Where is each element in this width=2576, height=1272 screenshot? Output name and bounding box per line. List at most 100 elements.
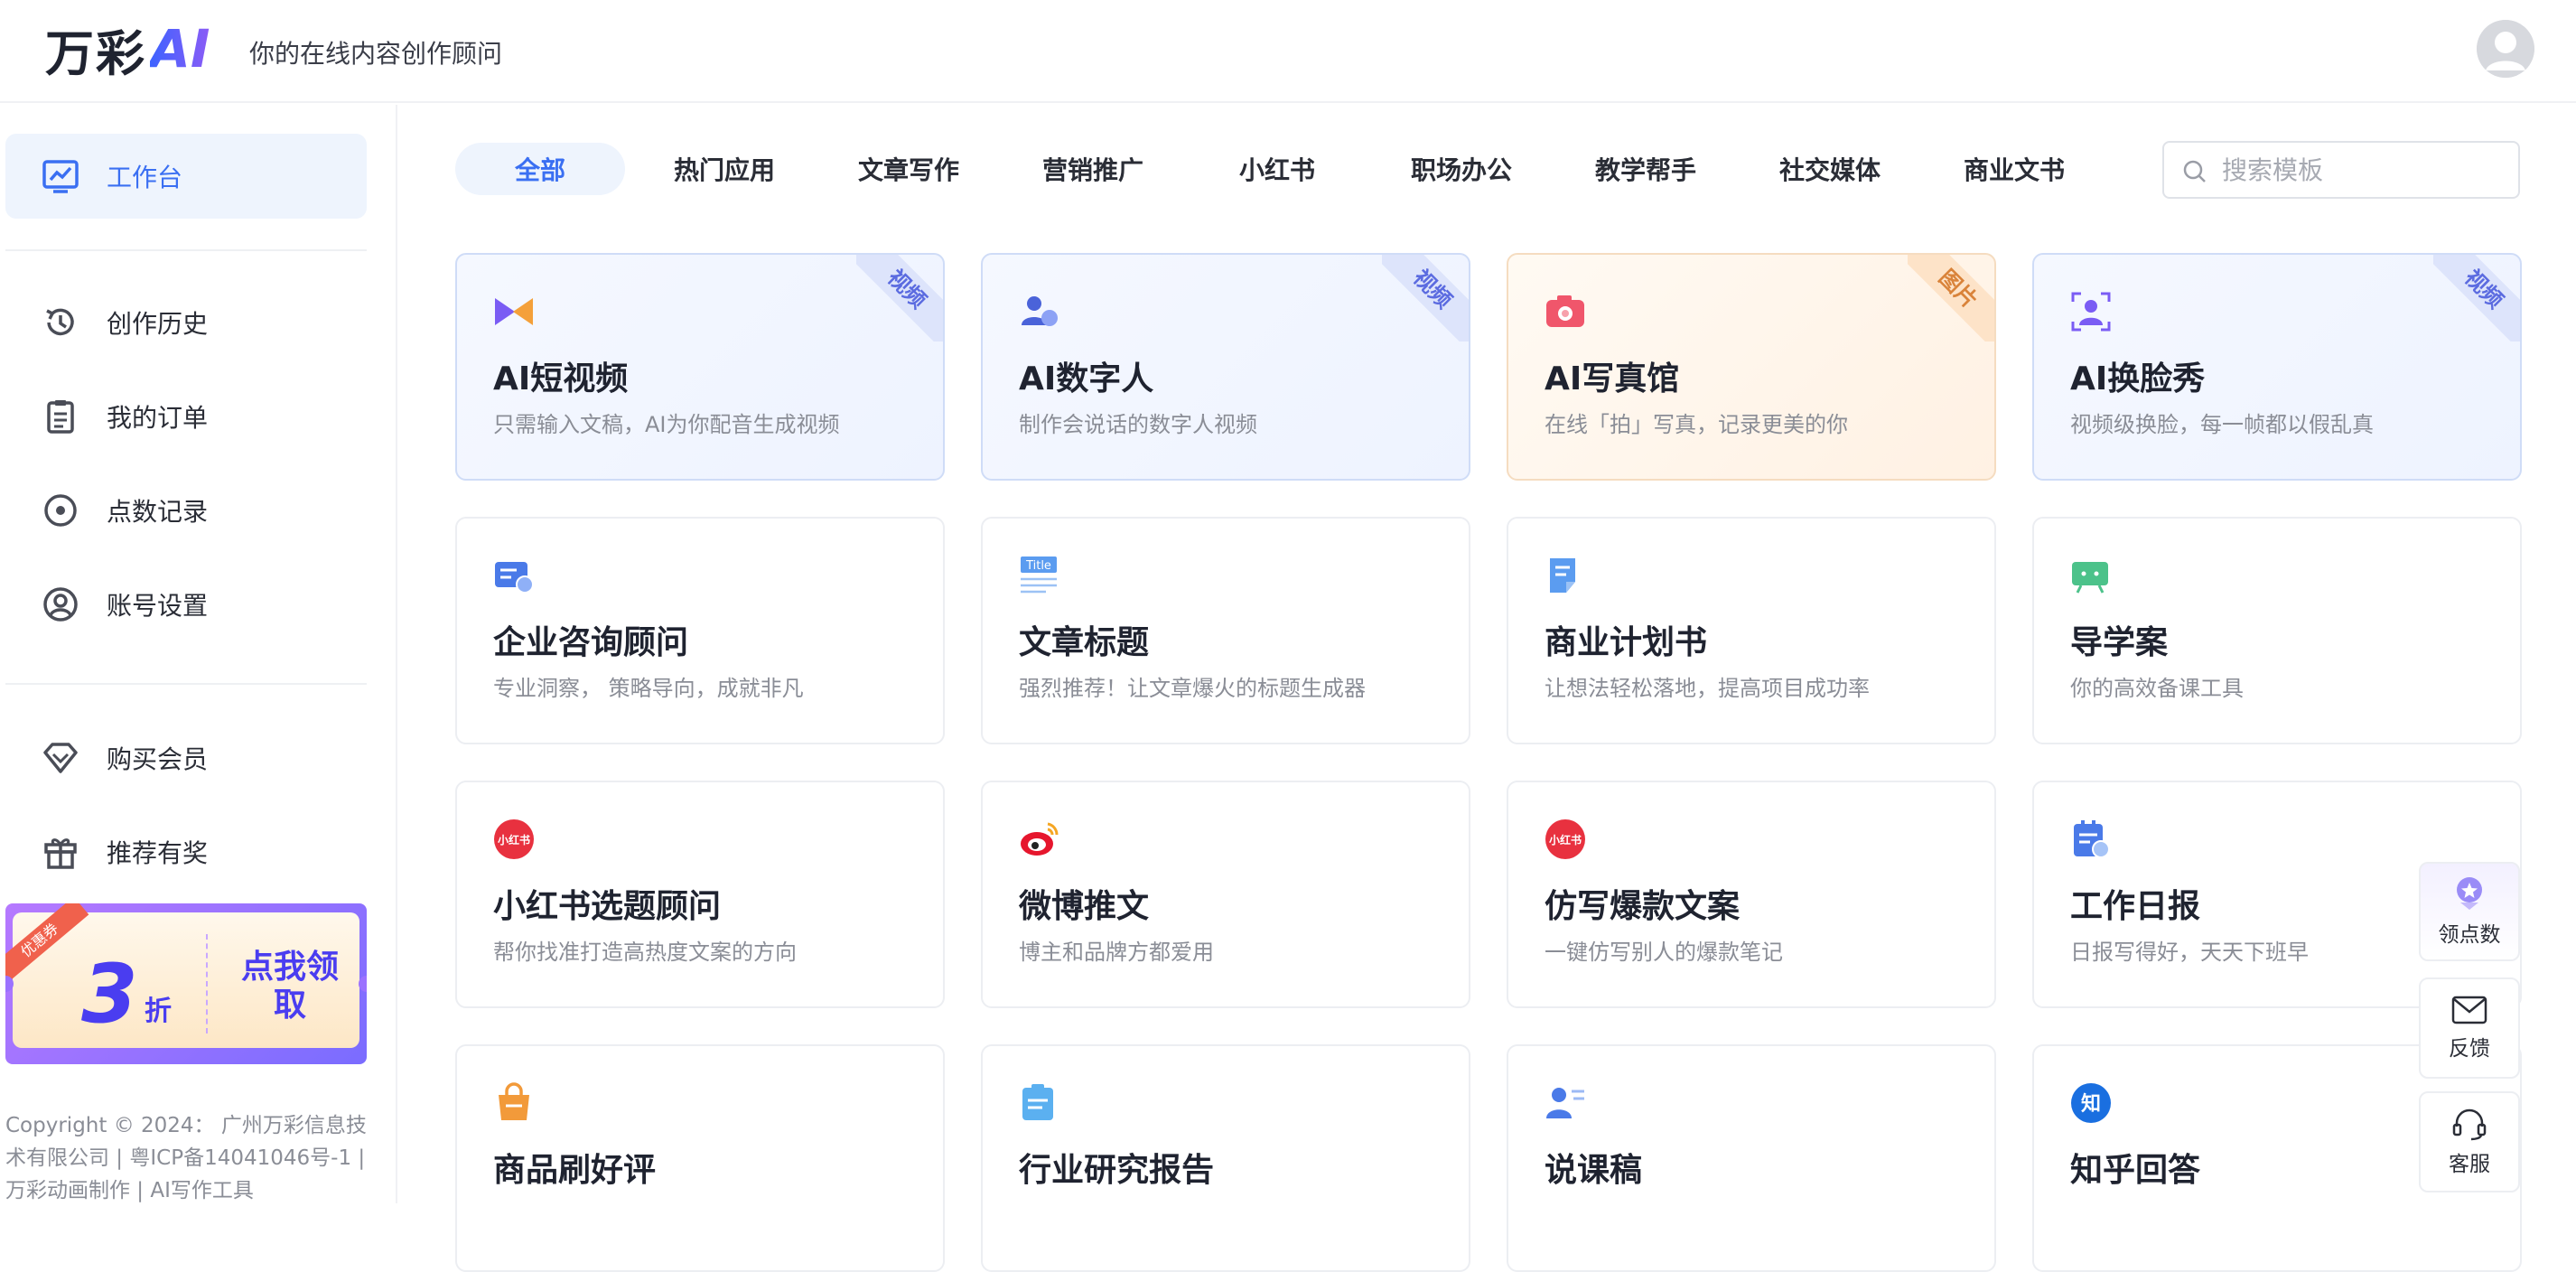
tab-social-media[interactable]: 社交媒体 <box>1745 143 1915 195</box>
card-title: 工作日报 <box>2070 888 2201 925</box>
tab-article-writing[interactable]: 文章写作 <box>824 143 994 195</box>
digital-human-icon <box>1022 296 1058 326</box>
card-title: 说课稿 <box>1545 1152 1643 1189</box>
tab-teaching[interactable]: 教学帮手 <box>1561 143 1731 195</box>
card-title: 文章标题 <box>1019 624 1150 661</box>
sidebar-item-history[interactable]: 创作历史 <box>5 280 367 365</box>
template-card-ai-short-video[interactable]: 视频 AI短视频 只需输入文稿，AI为你配音生成视频 <box>455 253 945 481</box>
card-title: AI换脸秀 <box>2070 360 2206 398</box>
card-description: 强烈推荐！让文章爆火的标题生成器 <box>1019 676 1366 701</box>
card-description: 博主和品牌方都爱用 <box>1019 940 1214 965</box>
card-title: 导学案 <box>2070 624 2169 661</box>
sidebar-item-membership[interactable]: 购买会员 <box>5 716 367 800</box>
card-title: 仿写爆款文案 <box>1545 888 1741 925</box>
sidebar-divider <box>5 683 367 685</box>
card-description: 让想法轻松落地，提高项目成功率 <box>1545 676 1870 701</box>
camera-icon <box>1546 295 1584 327</box>
card-title: AI短视频 <box>493 360 629 398</box>
app-slogan: 你的在线内容创作顾问 <box>249 39 503 69</box>
tab-hot-apps[interactable]: 热门应用 <box>639 143 809 195</box>
card-description: 只需输入文稿，AI为你配音生成视频 <box>493 412 840 437</box>
app-logo[interactable]: 万彩 AI <box>45 18 210 82</box>
card-description: 你的高效备课工具 <box>2070 676 2244 701</box>
card-title: AI写真馆 <box>1545 360 1680 398</box>
tab-business-docs[interactable]: 商业文书 <box>1929 143 2099 195</box>
business-plan-icon <box>1550 558 1575 593</box>
customer-service-button[interactable]: 客服 <box>2419 1091 2520 1192</box>
card-badge: 视频 <box>2433 255 2520 341</box>
search-icon <box>2182 159 2207 188</box>
logo-text: 万彩 <box>45 24 146 82</box>
template-card-lecture-script[interactable]: 说课稿 <box>1507 1044 1996 1272</box>
template-search <box>2162 141 2520 199</box>
template-card-viral-copy[interactable]: 小红书 仿写爆款文案 一键仿写别人的爆款笔记 <box>1507 781 1996 1008</box>
diamond-icon <box>40 737 81 779</box>
template-card-article-title[interactable]: Title 文章标题 强烈推荐！让文章爆火的标题生成器 <box>981 517 1470 744</box>
template-card-study-guide[interactable]: 导学案 你的高效备课工具 <box>2032 517 2522 744</box>
card-badge: 视频 <box>856 255 943 341</box>
card-description: 一键仿写别人的爆款笔记 <box>1545 940 1783 965</box>
lesson-board-icon <box>2072 562 2108 594</box>
mail-icon <box>2451 996 2487 1024</box>
avatar-icon <box>2477 20 2534 78</box>
template-card-ai-face-swap[interactable]: 视频 AI换脸秀 视频级换脸，每一帧都以假乱真 <box>2032 253 2522 481</box>
research-report-icon <box>1022 1084 1053 1120</box>
daily-report-icon <box>2074 820 2110 858</box>
float-label: 反馈 <box>2449 1037 2490 1061</box>
coupon-separator <box>206 934 208 1034</box>
coupon-notch <box>359 976 367 992</box>
video-play-icon <box>495 298 533 325</box>
user-avatar[interactable] <box>2477 20 2534 78</box>
lecture-icon <box>1546 1088 1584 1118</box>
coupon-ribbon: 优惠券 <box>5 903 89 985</box>
sidebar-item-account[interactable]: 账号设置 <box>5 562 367 647</box>
claim-points-button[interactable]: 领点数 <box>2419 862 2520 961</box>
card-badge: 图片 <box>1908 255 1994 341</box>
sidebar-divider <box>5 249 367 251</box>
top-header: 万彩 AI 你的在线内容创作顾问 <box>0 0 2576 103</box>
tab-marketing[interactable]: 营销推广 <box>1008 143 1178 195</box>
template-card-ai-digital-human[interactable]: 视频 AI数字人 制作会说话的数字人视频 <box>981 253 1470 481</box>
card-description: 在线「拍」写真，记录更美的你 <box>1545 412 1848 437</box>
points-icon <box>40 490 81 531</box>
card-title: 行业研究报告 <box>1019 1152 1215 1189</box>
sidebar-item-label: 点数记录 <box>107 497 209 527</box>
xiaohongshu-icon: 小红书 <box>1545 819 1585 859</box>
shopping-bag-icon <box>499 1082 529 1120</box>
template-card-xiaohongshu-topic[interactable]: 小红书 小红书选题顾问 帮你找准打造高热度文案的方向 <box>455 781 945 1008</box>
sidebar-item-points[interactable]: 点数记录 <box>5 468 367 553</box>
card-description: 帮你找准打造高热度文案的方向 <box>493 940 797 965</box>
sidebar-item-orders[interactable]: 我的订单 <box>5 374 367 459</box>
search-input[interactable] <box>2222 152 2511 188</box>
sidebar-item-label: 我的订单 <box>107 403 209 433</box>
sidebar-item-workbench[interactable]: 工作台 <box>5 134 367 219</box>
claim-coupon-button[interactable]: 点我领取 <box>240 949 340 1024</box>
sidebar-item-label: 账号设置 <box>107 591 209 621</box>
template-card-enterprise-consultant[interactable]: 企业咨询顾问 专业洞察， 策略导向，成就非凡 <box>455 517 945 744</box>
tab-xiaohongshu[interactable]: 小红书 <box>1192 143 1362 195</box>
weibo-icon <box>1021 822 1059 856</box>
order-icon <box>40 396 81 437</box>
logo-ai-text: AI <box>150 18 210 80</box>
discount-coupon-banner[interactable]: 优惠券 3 折 点我领取 <box>5 903 367 1064</box>
account-icon <box>40 584 81 625</box>
template-card-industry-report[interactable]: 行业研究报告 <box>981 1044 1470 1272</box>
sidebar-item-label: 创作历史 <box>107 309 209 339</box>
coupon-card: 优惠券 3 折 点我领取 <box>5 903 359 1048</box>
template-card-business-plan[interactable]: 商业计划书 让想法轻松落地，提高项目成功率 <box>1507 517 1996 744</box>
float-label: 领点数 <box>2438 923 2501 947</box>
card-description: 视频级换脸，每一帧都以假乱真 <box>2070 412 2374 437</box>
tab-workplace[interactable]: 职场办公 <box>1377 143 1546 195</box>
template-card-ai-photo-studio[interactable]: 图片 AI写真馆 在线「拍」写真，记录更美的你 <box>1507 253 1996 481</box>
template-card-product-review[interactable]: 商品刷好评 <box>455 1044 945 1272</box>
tab-all[interactable]: 全部 <box>455 143 625 195</box>
sidebar-item-referral[interactable]: 推荐有奖 <box>5 809 367 894</box>
gift-icon <box>40 831 81 873</box>
card-title: 商品刷好评 <box>493 1152 657 1189</box>
feedback-button[interactable]: 反馈 <box>2419 977 2520 1079</box>
sidebar-item-label: 购买会员 <box>107 744 209 774</box>
template-card-weibo-post[interactable]: 微博推文 博主和品牌方都爱用 <box>981 781 1470 1008</box>
xiaohongshu-icon: 小红书 <box>494 819 534 859</box>
consult-card-icon <box>495 562 534 594</box>
card-title: 知乎回答 <box>2070 1152 2201 1189</box>
